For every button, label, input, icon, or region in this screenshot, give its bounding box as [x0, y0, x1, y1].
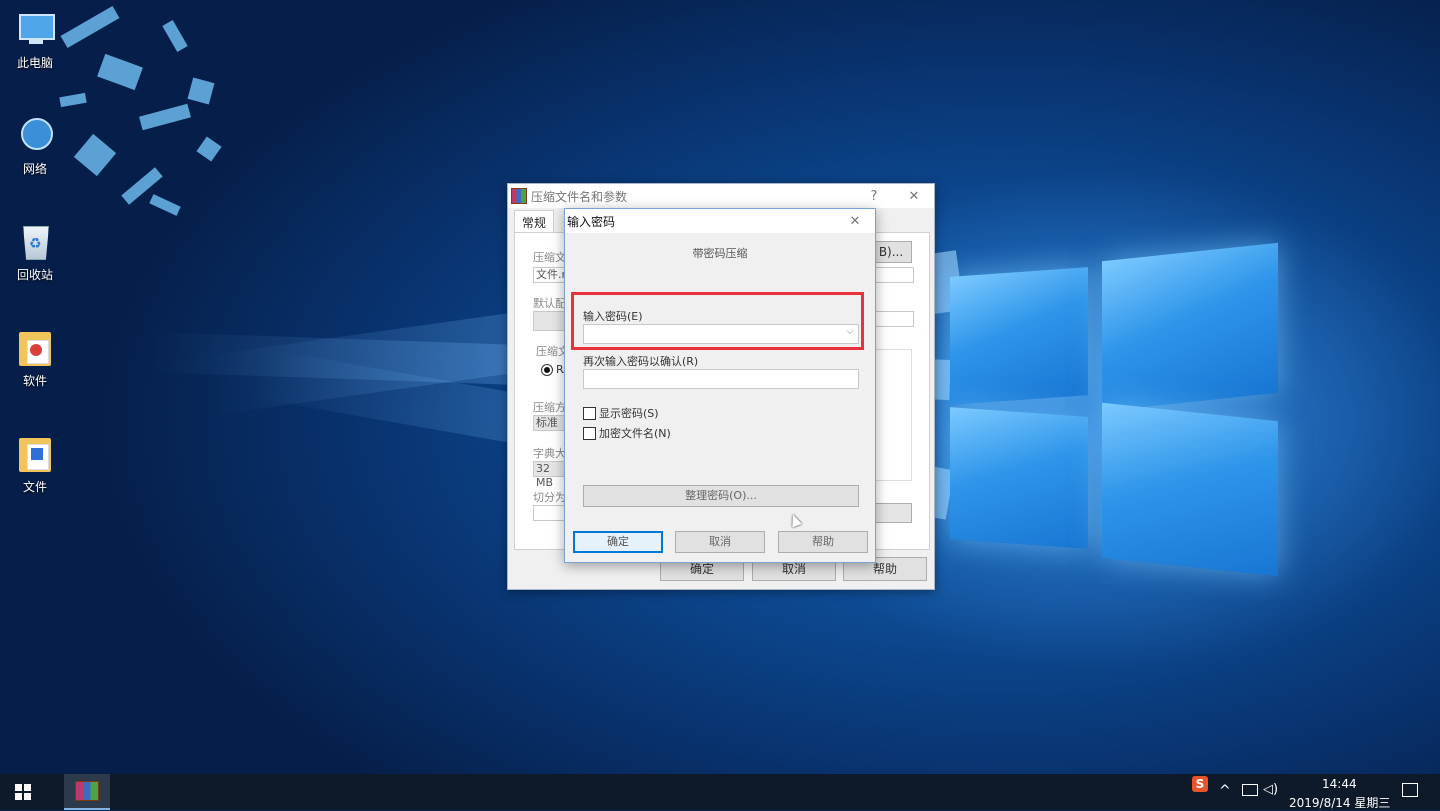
method-select[interactable]: 标准 [533, 415, 567, 431]
outer-close-button[interactable]: ✕ [894, 189, 934, 204]
dictionary-label: 字典大 [533, 447, 566, 460]
password-caption: 带密码压缩 [692, 247, 748, 260]
network-tray-icon[interactable] [1242, 784, 1258, 796]
chevron-up-icon[interactable]: ^ [1219, 783, 1231, 799]
logo-pane [950, 267, 1088, 405]
password-close-button[interactable]: ✕ [835, 214, 875, 229]
computer-icon [15, 10, 55, 50]
start-button[interactable] [0, 774, 46, 810]
winrar-icon [511, 188, 527, 204]
method-label: 压缩方 [533, 401, 566, 414]
confirm-password-label: 再次输入密码以确认(R) [583, 355, 699, 368]
checkbox-icon [583, 406, 596, 420]
password-dialog-title: 输入密码 [567, 214, 616, 229]
desktop-icon-network[interactable]: 网络 [0, 116, 70, 177]
annotation-highlight-box [571, 292, 864, 350]
tab-general[interactable]: 常规 [514, 210, 555, 234]
folder-icon [15, 434, 55, 474]
taskbar: S ^ ◁) 14:44 2019/8/14 星期三 [0, 774, 1440, 810]
winrar-icon [75, 781, 99, 801]
outer-titlebar[interactable]: 压缩文件名和参数 ? ✕ [508, 184, 934, 208]
password-help-button[interactable]: 帮助 [778, 531, 868, 553]
password-dialog: 输入密码 ✕ 带密码压缩 输入密码(E) ⌵ 再次输入密码以确认(R) 显示密码… [564, 208, 876, 563]
checkbox-icon [583, 426, 596, 440]
options-group [870, 349, 912, 481]
taskbar-winrar-button[interactable] [64, 774, 110, 810]
archive-name-label: 压缩文 [533, 251, 566, 264]
confirm-password-input[interactable] [583, 369, 859, 389]
split-label: 切分为 [533, 491, 566, 504]
password-cancel-button[interactable]: 取消 [675, 531, 765, 553]
outer-dialog-title: 压缩文件名和参数 [531, 189, 628, 204]
recycle-bin-icon: ♻ [15, 222, 55, 262]
profile-label: 默认配 [533, 297, 566, 310]
profile-select[interactable] [870, 311, 914, 327]
password-titlebar[interactable]: 输入密码 ✕ [565, 209, 875, 233]
desktop-icon-software-folder[interactable]: 软件 [0, 328, 70, 389]
show-password-checkbox[interactable]: 显示密码(S) [583, 405, 659, 421]
clock-date[interactable]: 2019/8/14 星期三 [1289, 794, 1390, 811]
volume-icon[interactable]: ◁) [1263, 782, 1278, 797]
folder-icon [15, 328, 55, 368]
logo-pane [1102, 242, 1278, 412]
ime-icon[interactable]: S [1192, 776, 1208, 792]
encrypt-filenames-checkbox[interactable]: 加密文件名(N) [583, 425, 671, 441]
clock-time[interactable]: 14:44 [1322, 777, 1357, 791]
logo-pane [1102, 402, 1278, 577]
desktop-icon-recycle-bin[interactable]: ♻ 回收站 [0, 222, 70, 283]
update-mode-select[interactable] [870, 267, 914, 283]
desktop-icon-computer[interactable]: 此电脑 [0, 10, 70, 71]
logo-pane [950, 407, 1088, 549]
desktop-icon-files-folder[interactable]: 文件 [0, 434, 70, 495]
organize-passwords-button[interactable]: 整理密码(O)... [583, 485, 859, 507]
notification-icon[interactable] [1402, 783, 1418, 797]
profile-button[interactable] [533, 311, 567, 331]
password-ok-button[interactable]: 确定 [573, 531, 663, 553]
network-icon [15, 116, 55, 156]
set-password-button[interactable] [875, 503, 912, 523]
outer-help-button[interactable]: ? [854, 189, 894, 204]
split-input[interactable] [533, 505, 567, 521]
browse-button[interactable]: B)... [870, 241, 912, 263]
windows-logo-icon [15, 784, 31, 800]
